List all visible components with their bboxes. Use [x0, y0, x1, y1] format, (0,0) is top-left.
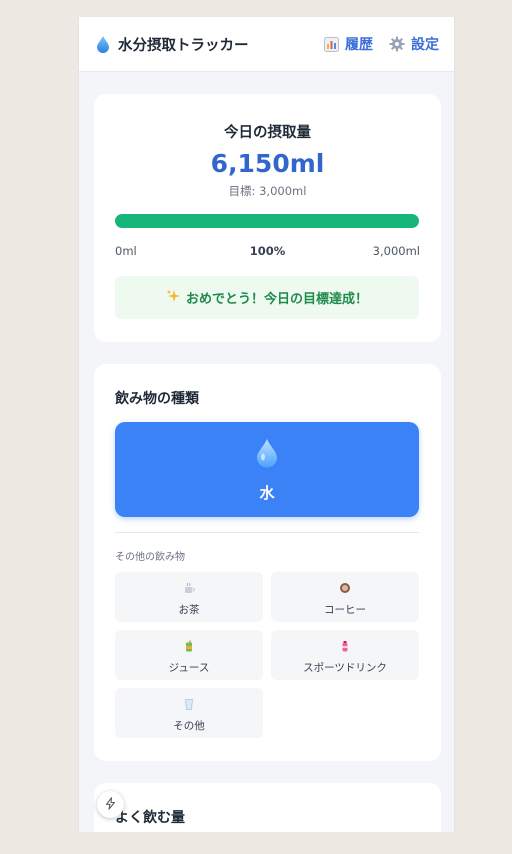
common-amounts-card: よく飲む量 [94, 783, 441, 832]
water-drop-icon [115, 438, 419, 468]
app-header: 水分摂取トラッカー 履歴 設定 [79, 17, 454, 72]
drink-option-other[interactable]: その他 [115, 688, 263, 738]
divider [115, 532, 419, 533]
drink-option-label: その他 [173, 720, 205, 732]
juice-icon [115, 640, 263, 652]
progress-fill [115, 214, 419, 228]
bar-chart-icon [324, 36, 339, 52]
quick-action-button[interactable] [97, 791, 124, 818]
history-label: 履歴 [345, 37, 373, 53]
sports-drink-icon [271, 640, 419, 652]
drink-type-card: 飲み物の種類 水 その他の飲み物 お茶 コーヒー ジュース スポーツドリンク そ… [94, 364, 441, 761]
cup-icon [115, 698, 263, 710]
congrats-message: おめでとう！今日の目標達成！ [185, 292, 368, 307]
history-link[interactable]: 履歴 [324, 34, 373, 54]
water-button[interactable]: 水 [115, 422, 419, 517]
summary-title: 今日の摂取量 [224, 125, 311, 141]
common-amounts-title: よく飲む量 [115, 810, 185, 826]
drink-option-label: コーヒー [324, 604, 366, 616]
other-drinks-title: その他の飲み物 [115, 552, 185, 563]
sparkles-icon [166, 288, 180, 307]
drink-option-label: ジュース [168, 662, 210, 674]
settings-link[interactable]: 設定 [389, 34, 439, 54]
coffee-icon [271, 582, 419, 594]
goal-label: 目標: 3,000ml [228, 184, 307, 198]
drink-option-juice[interactable]: ジュース [115, 630, 263, 680]
tea-icon [115, 582, 263, 594]
gear-icon [389, 36, 405, 52]
water-label: 水 [259, 484, 275, 502]
app-title: 水分摂取トラッカー [118, 37, 249, 54]
drink-option-tea[interactable]: お茶 [115, 572, 263, 622]
drink-option-label: スポーツドリンク [303, 662, 387, 674]
drink-option-label: お茶 [178, 604, 200, 616]
drink-option-coffee[interactable]: コーヒー [271, 572, 419, 622]
drink-option-sports-drink[interactable]: スポーツドリンク [271, 630, 419, 680]
intake-amount: 6,150ml [210, 149, 325, 178]
progress-max-label: 3,000ml [372, 244, 420, 258]
settings-label: 設定 [411, 37, 439, 53]
intake-summary-card: 今日の摂取量 6,150ml 目標: 3,000ml 100% 0ml 3,00… [94, 94, 441, 342]
drink-type-title: 飲み物の種類 [115, 391, 199, 407]
water-drop-icon [96, 35, 110, 53]
app-screen: 水分摂取トラッカー 履歴 設定 今日の摂取量 6,150ml 目標: 3,000… [78, 17, 455, 832]
congrats-banner: おめでとう！今日の目標達成！ [115, 276, 419, 319]
app-brand: 水分摂取トラッカー [96, 34, 308, 55]
progress-min-label: 0ml [115, 244, 137, 258]
progress-bar [115, 214, 419, 228]
lightning-icon [104, 795, 117, 814]
